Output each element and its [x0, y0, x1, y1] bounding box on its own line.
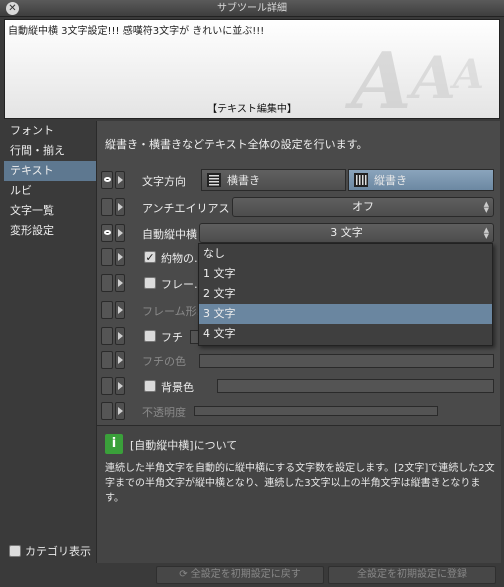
yakumono-checkbox[interactable]: ✓ — [144, 251, 156, 263]
horizontal-writing-button[interactable]: 横書き — [201, 169, 346, 191]
auto-tcy-value: 3 文字 — [330, 226, 363, 239]
preview-sample-text: 自動縦中横 3文字設定!!! 感嘆符3文字が きれいに並ぶ!!! — [8, 26, 265, 37]
expand-arrow-icon[interactable] — [115, 171, 125, 189]
direction-label: 文字方向 — [142, 175, 186, 188]
eye-icon[interactable] — [101, 248, 113, 266]
horizontal-writing-label: 横書き — [227, 174, 260, 187]
sidebar-item-transform[interactable]: 変形設定 — [4, 221, 96, 241]
background-checkbox[interactable] — [144, 380, 156, 392]
dropdown-option[interactable]: なし — [199, 244, 492, 264]
sidebar-item-font[interactable]: フォント — [4, 121, 96, 141]
fuchi-color-label: フチの色 — [142, 355, 186, 368]
expand-arrow-icon[interactable] — [115, 248, 125, 266]
expand-arrow-icon[interactable] — [115, 301, 125, 319]
vertical-writing-button[interactable]: 縦書き — [348, 169, 494, 191]
sidebar-item-character-list[interactable]: 文字一覧 — [4, 201, 96, 221]
sidebar-item-text[interactable]: テキスト — [4, 161, 96, 181]
preview-status: 【テキスト編集中】 — [207, 104, 297, 115]
category-show-label: カテゴリ表示 — [25, 545, 91, 558]
eye-icon[interactable] — [101, 402, 113, 420]
sidebar-item-ruby[interactable]: ルビ — [4, 181, 96, 201]
auto-tcy-select[interactable]: 3 文字 ▲ ▼ — [199, 223, 494, 243]
info-panel: i [自動縦中横]について 連続した半角文字を自動的に縦中横にする文字数を設定し… — [97, 425, 501, 563]
opacity-label: 不透明度 — [142, 406, 186, 419]
vertical-writing-icon — [354, 173, 368, 187]
eye-icon[interactable] — [101, 327, 113, 345]
eye-icon[interactable] — [101, 171, 113, 189]
auto-tcy-row: 自動縦中横 3 文字 ▲ ▼ — [97, 221, 501, 245]
text-preview: 自動縦中横 3文字設定!!! 感嘆符3文字が きれいに並ぶ!!! A A A 【… — [4, 19, 500, 119]
dropdown-option[interactable]: 4 文字 — [199, 324, 492, 344]
close-icon[interactable]: ✕ — [6, 2, 19, 15]
footer-bar: ⟳ 全設定を初期設定に戻す 全設定を初期設定に登録 — [0, 563, 504, 587]
antialias-label: アンチエイリアス — [142, 202, 230, 215]
spinner-icon: ▲ ▼ — [483, 200, 489, 214]
spinner-icon: ▲ ▼ — [483, 226, 489, 240]
expand-arrow-icon[interactable] — [115, 224, 125, 242]
info-title: [自動縦中横]について — [130, 439, 238, 452]
fuchi-checkbox[interactable] — [144, 330, 156, 342]
opacity-row: 不透明度 — [97, 399, 501, 423]
antialias-select[interactable]: オフ ▲ ▼ — [232, 197, 494, 217]
background-color-swatch[interactable] — [217, 379, 494, 393]
opacity-slider[interactable] — [194, 406, 438, 416]
auto-tcy-dropdown: なし 1 文字 2 文字 3 文字 4 文字 — [198, 243, 493, 346]
eye-icon[interactable] — [101, 198, 113, 216]
background-row: 背景色 — [97, 374, 501, 398]
dropdown-option-selected[interactable]: 3 文字 — [199, 304, 492, 324]
panel-description: 縦書き・横書きなどテキスト全体の設定を行います。 — [105, 138, 368, 151]
info-icon: i — [105, 434, 123, 454]
eye-icon[interactable] — [101, 224, 113, 242]
expand-arrow-icon[interactable] — [115, 402, 125, 420]
auto-tcy-label: 自動縦中横 — [142, 228, 197, 241]
eye-icon[interactable] — [101, 351, 113, 369]
background-label: 背景色 — [161, 381, 194, 394]
expand-arrow-icon[interactable] — [115, 351, 125, 369]
dropdown-option[interactable]: 2 文字 — [199, 284, 492, 304]
dropdown-option[interactable]: 1 文字 — [199, 264, 492, 284]
expand-arrow-icon[interactable] — [115, 327, 125, 345]
expand-arrow-icon[interactable] — [115, 274, 125, 292]
category-sidebar: フォント 行間・揃え テキスト ルビ 文字一覧 変形設定 カテゴリ表示 — [4, 121, 96, 563]
eye-icon[interactable] — [101, 377, 113, 395]
window-title: サブツール詳細 — [217, 3, 287, 14]
antialias-value: オフ — [352, 200, 374, 213]
eye-icon[interactable] — [101, 274, 113, 292]
fuchi-color-swatch[interactable] — [199, 354, 494, 368]
reset-icon: ⟳ — [179, 569, 191, 580]
register-defaults-button[interactable]: 全設定を初期設定に登録 — [328, 566, 496, 584]
eye-icon[interactable] — [101, 301, 113, 319]
svg-text:A: A — [449, 51, 484, 98]
frame-checkbox[interactable] — [144, 277, 156, 289]
fuchi-label: フチ — [161, 331, 183, 344]
fuchi-color-row: フチの色 — [97, 348, 501, 372]
direction-row: 文字方向 横書き 縦書き — [97, 168, 501, 192]
reset-defaults-label: 全設定を初期設定に戻す — [190, 569, 301, 580]
antialias-row: アンチエイリアス オフ ▲ ▼ — [97, 195, 501, 219]
info-text: 連続した半角文字を自動的に縦中横にする文字数を設定します。[2文字]で連続した2… — [105, 463, 495, 504]
title-bar: ✕ サブツール詳細 — [0, 0, 504, 17]
register-defaults-label: 全設定を初期設定に登録 — [357, 569, 467, 580]
category-show-checkbox[interactable] — [9, 545, 21, 557]
reset-defaults-button[interactable]: ⟳ 全設定を初期設定に戻す — [156, 566, 324, 584]
horizontal-writing-icon — [207, 173, 221, 187]
sidebar-item-line-spacing[interactable]: 行間・揃え — [4, 141, 96, 161]
expand-arrow-icon[interactable] — [115, 377, 125, 395]
vertical-writing-label: 縦書き — [374, 174, 407, 187]
category-show-toggle[interactable]: カテゴリ表示 — [9, 543, 91, 559]
expand-arrow-icon[interactable] — [115, 198, 125, 216]
